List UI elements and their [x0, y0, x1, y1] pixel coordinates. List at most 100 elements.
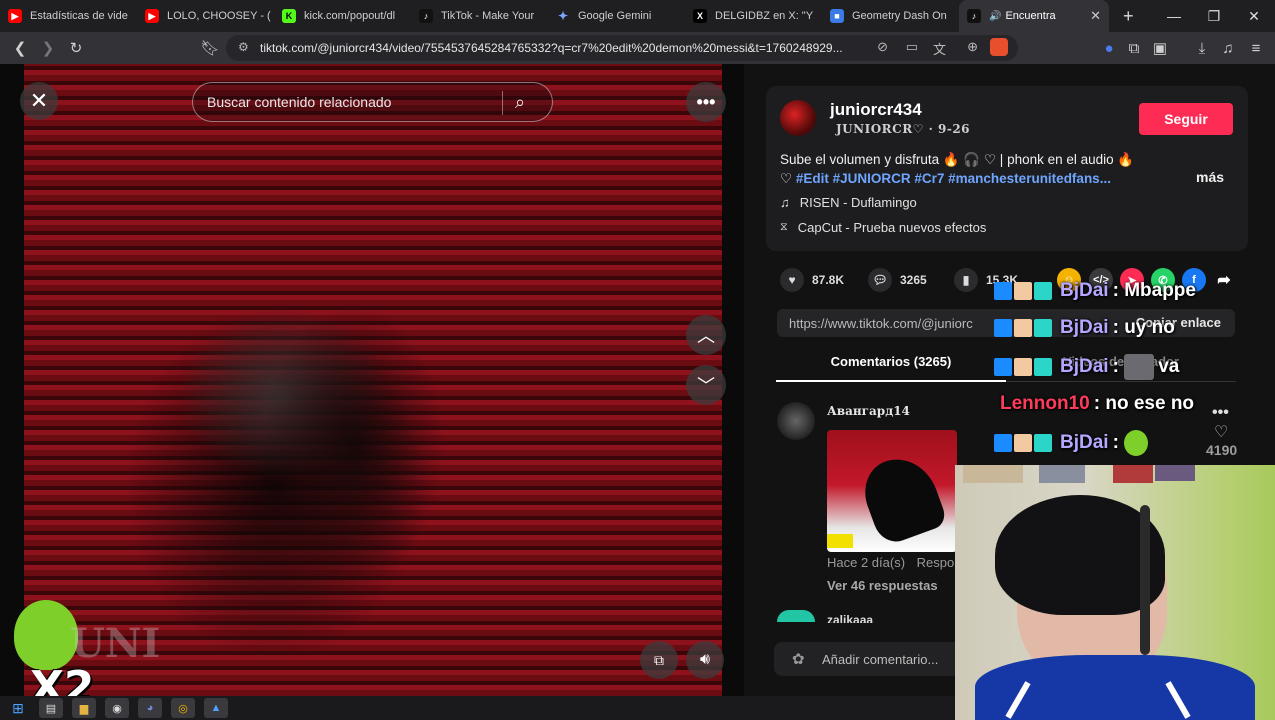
- forward-button[interactable]: ❯: [34, 34, 62, 62]
- related-search-box[interactable]: Buscar contenido relacionado ⌕: [192, 82, 553, 122]
- wallet-icon[interactable]: ▣: [1146, 34, 1174, 62]
- chat-username: Lennon10: [1000, 393, 1090, 414]
- search-icon[interactable]: ⌕: [515, 92, 525, 113]
- tab-title: kick.com/popout/dl: [304, 10, 396, 22]
- comment-time: Hace 2 día(s): [827, 555, 906, 570]
- post-info-card: juniorcr434 JUNIORCR♡ · 9-26 Seguir Sube…: [766, 86, 1248, 251]
- translate-icon[interactable]: 文: [933, 39, 946, 58]
- comment-more-icon[interactable]: •••: [1212, 404, 1229, 422]
- follow-button[interactable]: Seguir: [1139, 103, 1233, 135]
- chat-text: Mbappe: [1124, 280, 1196, 301]
- tab-title: TikTok - Make Your: [441, 10, 535, 22]
- browser-tab-6[interactable]: ■ Geometry Dash On: [822, 0, 959, 32]
- media-icon[interactable]: ♫: [1214, 34, 1242, 62]
- more-link[interactable]: más: [1196, 169, 1224, 185]
- comment-like-count: 4190: [1206, 442, 1238, 458]
- search-divider: [502, 91, 503, 115]
- next-comment-avatar[interactable]: [777, 610, 815, 622]
- volume-icon[interactable]: 🔊︎: [686, 641, 724, 679]
- username[interactable]: juniorcr434: [830, 100, 922, 120]
- share-icon[interactable]: ➦: [1212, 268, 1236, 292]
- file-explorer-icon[interactable]: ▆: [72, 698, 96, 718]
- browser-tab-1[interactable]: ▶ LOLO, CHOOSEY - (: [137, 0, 274, 32]
- brave-shield-icon[interactable]: [990, 38, 1008, 56]
- restore-button[interactable]: ❐: [1194, 0, 1234, 32]
- browser-tab-0[interactable]: ▶ Estadísticas de vide: [0, 0, 137, 32]
- tab-title: Geometry Dash On: [852, 10, 947, 22]
- streamer-jacket: [975, 655, 1255, 720]
- site-info-icon[interactable]: ⚙: [238, 40, 249, 54]
- more-options-icon[interactable]: •••: [686, 82, 726, 122]
- vpn-icon[interactable]: ●: [1095, 34, 1123, 62]
- back-button[interactable]: ❮: [6, 34, 34, 62]
- close-window-button[interactable]: ✕: [1234, 0, 1274, 32]
- bookmark-icon[interactable]: 🔖︎: [196, 34, 224, 62]
- chat-message: BjDai: va: [994, 354, 1179, 380]
- comment-action[interactable]: 💬︎ 3265: [868, 268, 927, 292]
- comment-avatar[interactable]: [777, 402, 815, 440]
- tab-close-icon[interactable]: ✕: [1090, 8, 1101, 24]
- obs-icon[interactable]: ◉: [105, 698, 129, 718]
- chat-badges: [994, 358, 1054, 376]
- browser-tab-2[interactable]: Kkick.com/popout/dl: [274, 0, 411, 32]
- pip-icon[interactable]: ⧉: [640, 641, 678, 679]
- search-input[interactable]: Buscar contenido relacionado: [207, 94, 391, 110]
- browser-tab-4[interactable]: ✦ Google Gemini: [548, 0, 685, 32]
- discord-icon[interactable]: ◕: [138, 698, 162, 718]
- x-icon: X: [693, 9, 707, 23]
- gemini-icon: ✦: [557, 9, 569, 23]
- cast-icon[interactable]: ▭: [906, 39, 918, 55]
- capcut-icon: ⧖: [780, 221, 788, 233]
- chat-text: uy no: [1124, 317, 1175, 338]
- tab-title: LOLO, CHOOSEY - (: [167, 10, 271, 22]
- chat-badges: [994, 434, 1054, 452]
- tab-title: Encuentra: [1005, 10, 1056, 22]
- browser-tab-3[interactable]: ♪ TikTok - Make Your: [411, 0, 548, 32]
- video-player[interactable]: ✕ Buscar contenido relacionado ⌕ ••• ︿ ﹀…: [0, 64, 744, 696]
- next-comment-author[interactable]: zalikaaa: [827, 613, 887, 623]
- chat-username: BjDai: [1060, 317, 1109, 338]
- browser-tab-active[interactable]: ♪ 🔊 Encuentra ✕: [959, 0, 1109, 32]
- view-replies-button[interactable]: Ver 46 respuestas: [827, 578, 938, 593]
- comment-heart-icon[interactable]: ♡: [1214, 422, 1228, 442]
- add-comment-placeholder: Añadir comentario...: [822, 651, 939, 667]
- taskbar-app-icon[interactable]: ▤: [39, 698, 63, 718]
- close-icon[interactable]: ✕: [20, 82, 58, 120]
- address-bar[interactable]: ⚙ tiktok.com/@juniorcr434/video/75545376…: [226, 35, 1018, 61]
- browser-tab-5[interactable]: X DELGIDBZ en X: "Y: [685, 0, 822, 32]
- chat-message: BjDai: Mbappe: [994, 280, 1196, 302]
- tab-title: Estadísticas de vide: [30, 10, 128, 22]
- reader-mode-icon[interactable]: ⊘: [873, 39, 888, 55]
- chrome-icon[interactable]: ◎: [171, 698, 195, 718]
- effect-row[interactable]: ⧖ CapCut - Prueba nuevos efectos: [780, 220, 986, 235]
- kick-icon: K: [282, 9, 296, 23]
- reload-button[interactable]: ↻: [62, 34, 90, 62]
- new-tab-button[interactable]: +: [1123, 6, 1143, 27]
- chat-message: Lennon10: no ese no: [1000, 393, 1195, 414]
- bookmark-icon: ▮: [954, 268, 978, 292]
- music-note-icon: ♫: [780, 195, 790, 210]
- speaker-icon[interactable]: 🔊: [989, 11, 1001, 22]
- hashtags[interactable]: #Edit #JUNIORCR #Cr7 #manchesterunitedfa…: [796, 171, 1111, 186]
- chat-emote: [1124, 430, 1149, 456]
- chat-badges: [994, 282, 1054, 300]
- like-action[interactable]: ♥ 87.8K: [780, 268, 844, 292]
- minimize-button[interactable]: —: [1154, 0, 1194, 32]
- effect-title: CapCut - Prueba nuevos efectos: [797, 220, 987, 235]
- comment-image[interactable]: [827, 430, 957, 552]
- menu-icon[interactable]: ≡: [1242, 34, 1270, 62]
- windows-start-icon[interactable]: ⊞: [6, 698, 30, 718]
- heart-icon: ♥: [780, 268, 804, 292]
- comment-author[interactable]: Авангард14: [827, 404, 910, 418]
- tab-comments[interactable]: Comentarios (3265): [776, 354, 1006, 382]
- next-video-button[interactable]: ﹀: [686, 365, 726, 405]
- previous-video-button[interactable]: ︿: [686, 315, 726, 355]
- zoom-icon[interactable]: ⊕: [967, 39, 978, 55]
- tiktok-icon: ♪: [967, 9, 981, 23]
- downloads-icon[interactable]: ⤓: [1188, 34, 1216, 62]
- avatar[interactable]: [780, 100, 816, 136]
- app-icon[interactable]: ▲: [204, 698, 228, 718]
- chat-message: BjDai:: [994, 430, 1149, 456]
- extensions-icon[interactable]: ⧉: [1120, 34, 1148, 62]
- music-row[interactable]: ♫ RISEN - Duflamingo: [780, 195, 917, 210]
